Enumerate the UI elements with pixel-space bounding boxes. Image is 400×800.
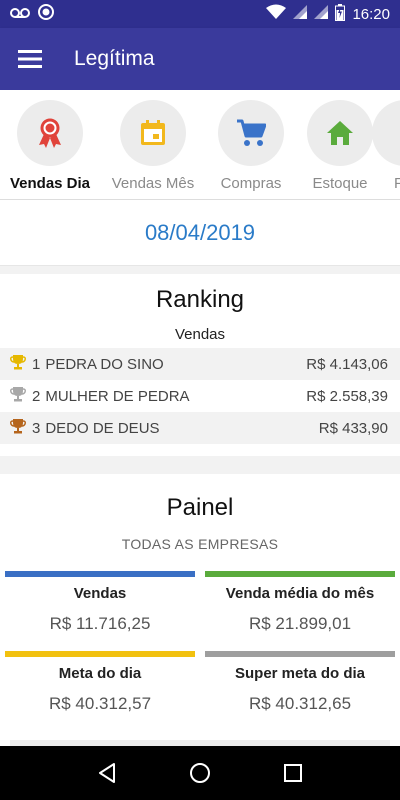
card-label: Meta do dia [58, 665, 142, 682]
shopping-cart-icon [237, 119, 266, 146]
rank-position: 1 [32, 355, 41, 373]
back-button[interactable] [87, 753, 127, 793]
home-icon [327, 121, 353, 145]
card-venda-media[interactable]: Venda média do mês R$ 21.899,01 [205, 571, 395, 634]
date-section: 08/04/2019 [0, 200, 400, 266]
ranking-section: Ranking Vendas 1 PEDRA DO SINO R$ 4.143,… [0, 274, 400, 456]
signal-icon-2 [314, 5, 329, 23]
ranking-row[interactable]: 1 PEDRA DO SINO R$ 4.143,06 [0, 348, 400, 380]
date-selector[interactable]: 08/04/2019 [0, 200, 400, 266]
card-value: R$ 40.312,57 [48, 694, 152, 713]
painel-title: Painel [166, 494, 234, 521]
recents-icon [284, 764, 303, 782]
painel-subtitle: TODAS AS EMPRESAS [121, 536, 279, 552]
rank-value: R$ 433,90 [318, 419, 388, 437]
ranking-row[interactable]: 3 DEDO DE DEUS R$ 433,90 [0, 412, 400, 444]
tab-vendas-dia[interactable]: Vendas Dia [0, 100, 100, 192]
recents-button[interactable] [273, 753, 313, 793]
card-label: Venda média do mês [225, 585, 375, 602]
tab-label: Vendas Dia [9, 175, 91, 192]
card-value: R$ 21.899,01 [248, 614, 352, 633]
tab-vendas-mes[interactable]: Vendas Mês [103, 100, 203, 192]
home-circle-icon [189, 763, 210, 783]
rank-value: R$ 4.143,06 [306, 355, 388, 373]
rank-name: DEDO DE DEUS [45, 419, 160, 437]
card-label: Super meta do dia [234, 665, 366, 682]
tab-icon-circle [17, 100, 83, 166]
trophy-icon [10, 418, 26, 438]
menu-button[interactable] [0, 28, 60, 90]
award-ribbon-icon [39, 118, 61, 148]
card-meta-dia[interactable]: Meta do dia R$ 40.312,57 [5, 651, 195, 714]
tab-compras[interactable]: Compras [201, 100, 301, 192]
battery-icon [335, 3, 346, 25]
card-super-meta[interactable]: Super meta do dia R$ 40.312,65 [205, 651, 395, 714]
tab-icon-circle [372, 100, 400, 166]
card-color-bar [205, 651, 395, 657]
tab-label: Vendas Mês [111, 175, 195, 192]
card-color-bar [5, 571, 195, 577]
home-button[interactable] [180, 753, 220, 793]
card-vendas[interactable]: Vendas R$ 11.716,25 [5, 571, 195, 634]
sync-icon [38, 4, 54, 24]
status-bar: 16:20 [0, 0, 400, 28]
tab-icon-circle [307, 100, 373, 166]
tab-label: Compras [220, 175, 282, 192]
app-title: Legítima [74, 47, 155, 70]
painel-section: Painel TODAS AS EMPRESAS Vendas R$ 11.71… [0, 474, 400, 746]
ranking-subtitle: Vendas [174, 326, 226, 343]
tab-partial[interactable]: F [372, 100, 400, 192]
category-tabs: Vendas Dia Vendas Mês Compras Estoque [0, 90, 400, 200]
system-nav-bar [0, 746, 400, 800]
rank-position: 3 [32, 419, 41, 437]
card-value: R$ 11.716,25 [49, 614, 151, 633]
wifi-icon [266, 4, 287, 24]
signal-icon [293, 5, 308, 23]
tab-icon-circle [218, 100, 284, 166]
tab-label: F [372, 175, 400, 192]
back-icon [98, 763, 115, 783]
trophy-icon [10, 386, 26, 406]
status-time: 16:20 [352, 5, 390, 23]
ranking-title: Ranking [155, 286, 245, 313]
rank-value: R$ 2.558,39 [306, 387, 388, 405]
voicemail-icon [10, 6, 30, 23]
card-color-bar [205, 571, 395, 577]
rank-name: MULHER DE PEDRA [45, 387, 190, 405]
card-color-bar [5, 651, 195, 657]
app-bar: Legítima [0, 28, 400, 90]
hamburger-icon [18, 50, 42, 68]
calendar-icon [141, 120, 165, 145]
card-value: R$ 40.312,65 [248, 694, 352, 713]
trophy-icon [10, 354, 26, 374]
rank-position: 2 [32, 387, 41, 405]
ranking-row[interactable]: 2 MULHER DE PEDRA R$ 2.558,39 [0, 380, 400, 412]
tab-icon-circle [120, 100, 186, 166]
card-label: Vendas [73, 585, 127, 602]
rank-name: PEDRA DO SINO [45, 355, 164, 373]
